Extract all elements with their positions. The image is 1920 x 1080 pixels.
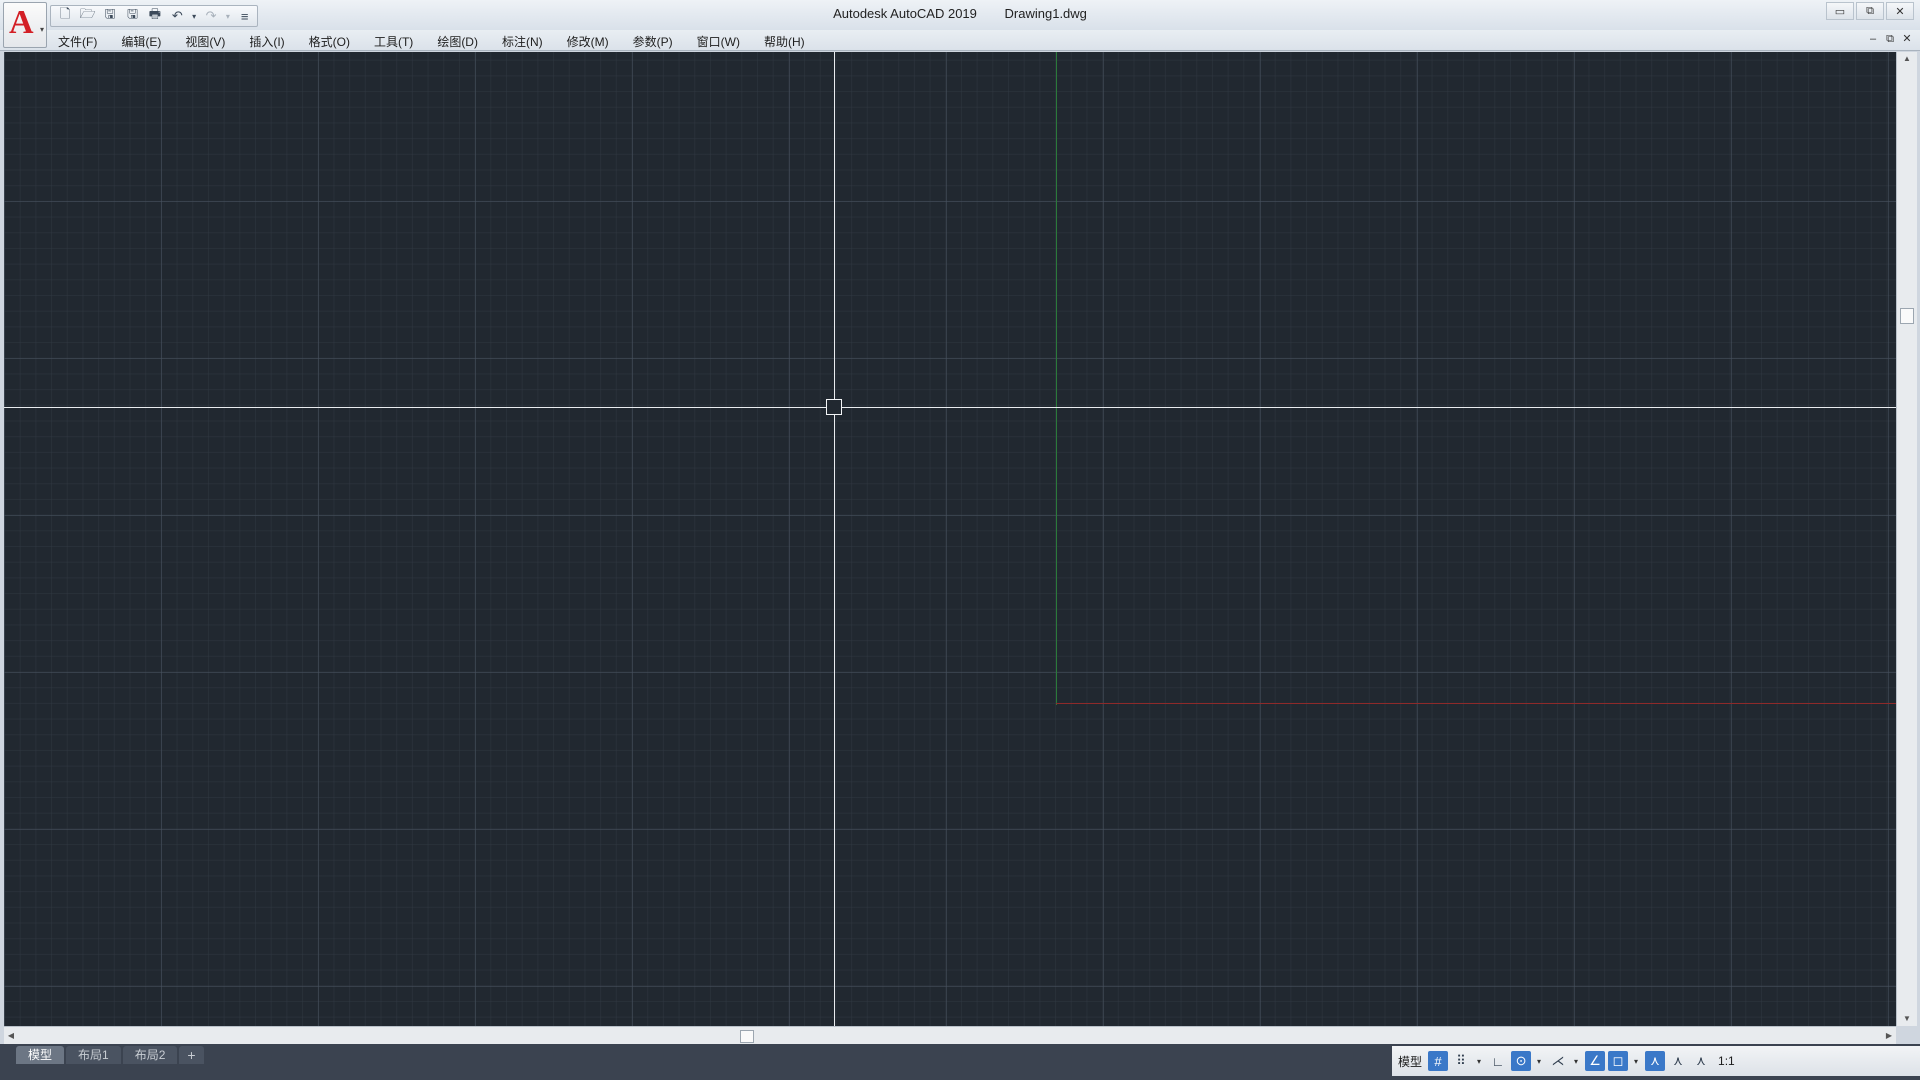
crosshair-horizontal xyxy=(4,407,1896,408)
scroll-left-icon[interactable]: ◀ xyxy=(4,1027,18,1045)
close-window-icon[interactable]: ✕ xyxy=(1886,2,1914,20)
annotation-scale-value[interactable]: 1:1 xyxy=(1718,1054,1735,1068)
tab-layout1[interactable]: 布局1 xyxy=(66,1046,121,1064)
application-menu-button[interactable]: A ▾ xyxy=(3,2,47,48)
tab-layout2[interactable]: 布局2 xyxy=(122,1046,178,1064)
chevron-down-icon: ▾ xyxy=(39,25,44,34)
menu-window[interactable]: 窗口(W) xyxy=(697,33,740,50)
app-title: Autodesk AutoCAD 2019 xyxy=(833,6,977,21)
autocad-logo-icon: A xyxy=(9,4,34,41)
menu-insert[interactable]: 插入(I) xyxy=(249,33,284,50)
menu-dimension[interactable]: 标注(N) xyxy=(502,33,543,50)
add-layout-button[interactable]: + xyxy=(179,1046,204,1064)
layout-tabs: 模型 布局1 布局2 + xyxy=(16,1046,206,1064)
doc-restore-icon[interactable]: ⧉ xyxy=(1883,32,1897,46)
cursor-pickbox xyxy=(826,399,842,415)
model-space-button[interactable]: 模型 xyxy=(1398,1053,1422,1070)
scroll-right-icon[interactable]: ▶ xyxy=(1882,1027,1896,1045)
doc-close-icon[interactable]: ✕ xyxy=(1900,32,1914,46)
polar-tracking-icon[interactable]: ⊙ xyxy=(1511,1051,1532,1071)
menu-edit[interactable]: 编辑(E) xyxy=(121,33,161,50)
doc-minimize-icon[interactable]: – xyxy=(1866,32,1880,46)
tab-model[interactable]: 模型 xyxy=(16,1046,65,1064)
scroll-down-icon[interactable]: ▼ xyxy=(1897,1012,1917,1026)
crosshair-vertical xyxy=(834,52,835,1026)
annotation-scale-icon[interactable]: ⋏ xyxy=(1691,1051,1711,1071)
window-controls: ▭ ⧉ ✕ xyxy=(1824,2,1914,20)
file-name: Drawing1.dwg xyxy=(1004,6,1087,21)
annotation-visibility-icon[interactable]: ⋏ xyxy=(1645,1051,1666,1071)
menu-file[interactable]: 文件(F) xyxy=(58,33,97,50)
menu-modify[interactable]: 修改(M) xyxy=(567,33,609,50)
scroll-up-icon[interactable]: ▲ xyxy=(1897,52,1917,66)
restore-window-icon[interactable]: ⧉ xyxy=(1856,2,1884,20)
menu-items: 文件(F) 编辑(E) 视图(V) 插入(I) 格式(O) 工具(T) 绘图(D… xyxy=(58,33,829,50)
drawing-canvas[interactable] xyxy=(4,52,1896,1026)
snap-dropdown-icon[interactable]: ▾ xyxy=(1474,1057,1484,1066)
window-title: Autodesk AutoCAD 2019 Drawing1.dwg xyxy=(0,6,1920,21)
isometric-drafting-icon[interactable]: ⋌ xyxy=(1548,1051,1568,1071)
osnap-dropdown-icon[interactable]: ▾ xyxy=(1631,1057,1641,1066)
vertical-scrollbar[interactable]: ▲ ▼ xyxy=(1896,52,1917,1026)
object-snap-tracking-icon[interactable]: ∠ xyxy=(1585,1051,1606,1071)
auto-scale-icon[interactable]: ⋏ xyxy=(1668,1051,1688,1071)
ucs-x-axis xyxy=(1056,703,1896,704)
minimize-window-icon[interactable]: ▭ xyxy=(1826,2,1854,20)
horizontal-scrollbar[interactable]: ◀ ▶ xyxy=(4,1026,1896,1045)
vertical-scroll-thumb[interactable] xyxy=(1900,308,1914,324)
object-snap-icon[interactable]: ◻ xyxy=(1608,1051,1629,1071)
menu-draw[interactable]: 绘图(D) xyxy=(437,33,478,50)
snap-mode-icon[interactable]: ⠿ xyxy=(1451,1051,1471,1071)
document-controls: – ⧉ ✕ xyxy=(1863,32,1914,46)
menu-bar: 文件(F) 编辑(E) 视图(V) 插入(I) 格式(O) 工具(T) 绘图(D… xyxy=(0,30,1920,51)
isodraft-dropdown-icon[interactable]: ▾ xyxy=(1571,1057,1581,1066)
title-bar: A ▾ 🗋 🗁 🖫 🖫 🖶 ↶ ▾ ↷ ▾ ≡ Autodesk AutoCAD… xyxy=(0,0,1920,48)
menu-view[interactable]: 视图(V) xyxy=(185,33,225,50)
grid-icon[interactable]: # xyxy=(1428,1051,1449,1071)
menu-help[interactable]: 帮助(H) xyxy=(764,33,805,50)
horizontal-scroll-thumb[interactable] xyxy=(740,1030,754,1043)
menu-format[interactable]: 格式(O) xyxy=(309,33,350,50)
ucs-y-axis xyxy=(1056,52,1057,705)
polar-dropdown-icon[interactable]: ▾ xyxy=(1534,1057,1544,1066)
autocad-window: A ▾ 🗋 🗁 🖫 🖫 🖶 ↶ ▾ ↷ ▾ ≡ Autodesk AutoCAD… xyxy=(0,0,1920,1080)
menu-parametric[interactable]: 参数(P) xyxy=(633,33,673,50)
ortho-mode-icon[interactable]: ∟ xyxy=(1488,1051,1508,1071)
status-toolbar: 模型 # ⠿ ▾ ∟ ⊙ ▾ ⋌ ▾ ∠ ◻ ▾ ⋏ ⋏ ⋏ 1:1 xyxy=(1392,1046,1920,1076)
menu-tools[interactable]: 工具(T) xyxy=(374,33,413,50)
